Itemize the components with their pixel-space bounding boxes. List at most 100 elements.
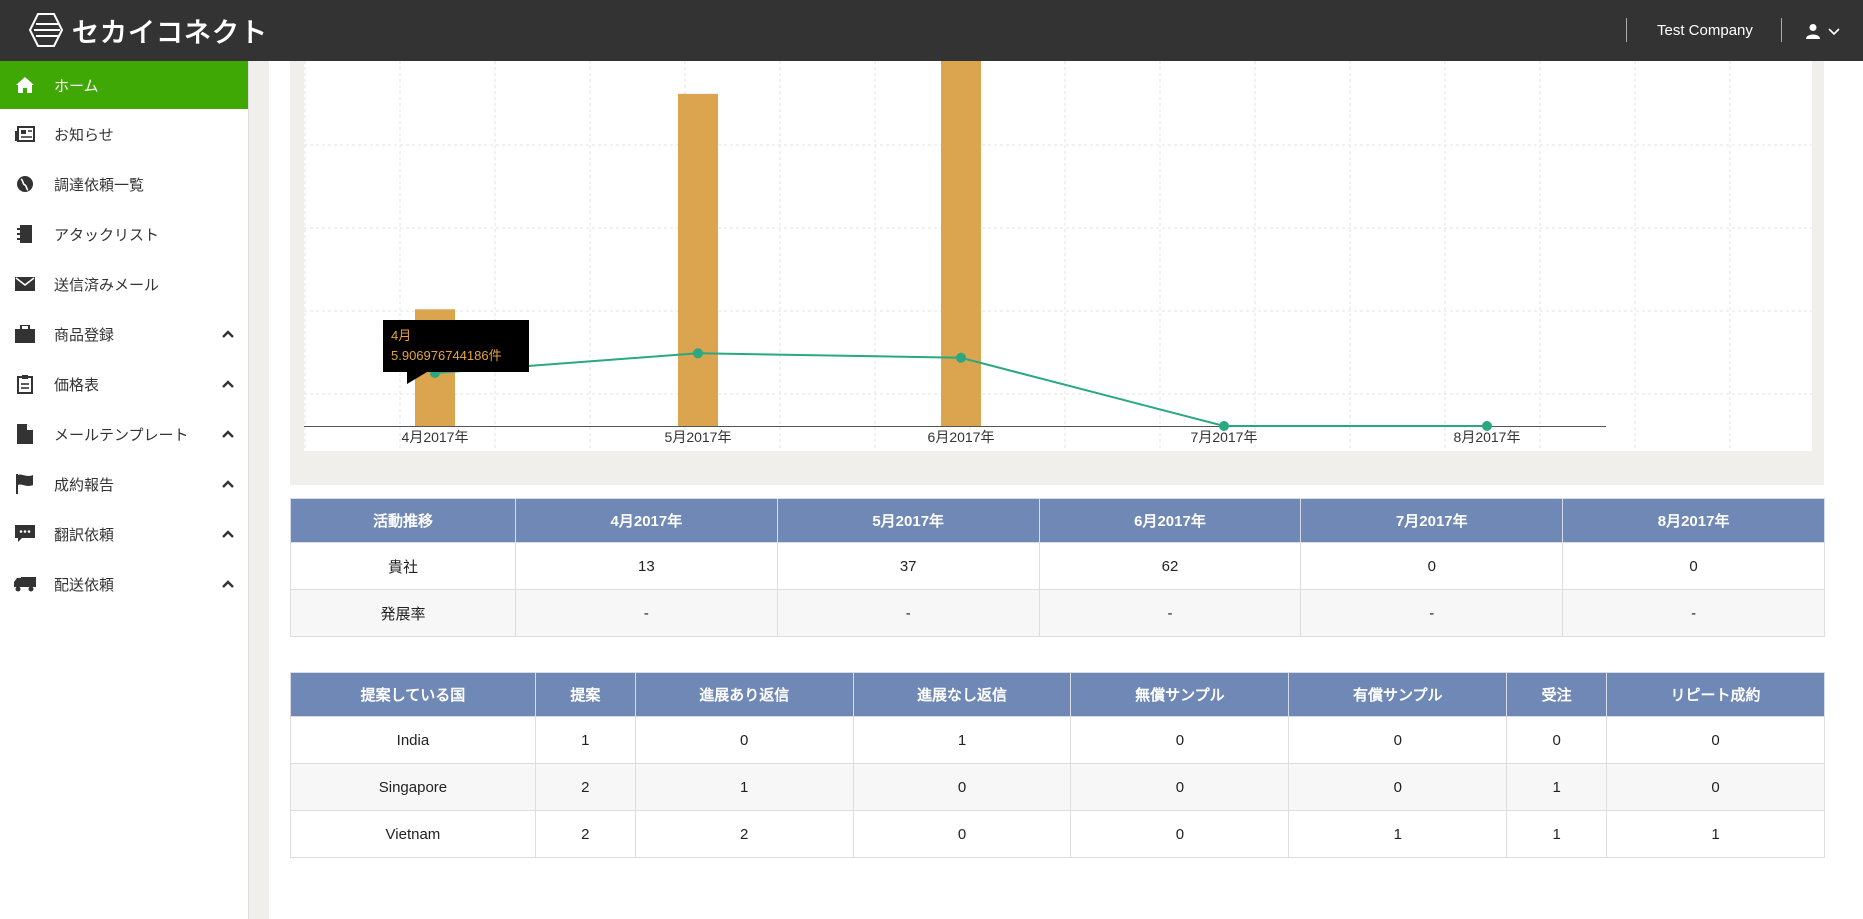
column-header: 提案	[534, 672, 636, 717]
table-cell: 0	[1300, 542, 1564, 590]
country-table: 提案している国 提案 進展あり返信 進展なし返信 無償サンプル 有償サンプル 受注 リピート成…	[290, 672, 1825, 858]
sidebar: ホーム お知らせ 調達依頼一覧 アタックリスト 送信済みメール 商品登録 価格表…	[0, 61, 249, 919]
sidebar-item-mail-template[interactable]: メールテンプレート	[0, 409, 248, 459]
chevron-up-icon[interactable]	[220, 376, 236, 392]
chevron-up-icon[interactable]	[220, 476, 236, 492]
x-tick-label: 7月2017年	[1191, 429, 1258, 445]
column-header: 進展なし返信	[852, 672, 1072, 717]
sidebar-item-price-list[interactable]: 価格表	[0, 359, 248, 409]
column-header: 8月2017年	[1562, 498, 1825, 543]
table-cell: 1	[1606, 810, 1825, 858]
sidebar-item-shipping[interactable]: 配送依頼	[0, 559, 248, 609]
home-icon	[14, 74, 36, 96]
top-bar: セカイコネクト Test Company	[0, 0, 1863, 61]
file-icon	[14, 423, 36, 445]
table-row: Singapore 2 1 0 0 0 1 0	[290, 763, 1825, 811]
table-cell: 1	[1506, 810, 1608, 858]
table-row: India 1 0 1 0 0 0 0	[290, 716, 1825, 764]
chart-bar	[941, 61, 981, 426]
x-tick-label: 8月2017年	[1454, 429, 1521, 445]
table-cell: -	[1300, 589, 1564, 637]
chevron-up-icon[interactable]	[220, 526, 236, 542]
table-cell: 1	[634, 763, 854, 811]
notebook-icon	[14, 223, 36, 245]
column-header: 有償サンプル	[1288, 672, 1508, 717]
table-cell: 0	[1606, 716, 1825, 764]
sidebar-item-news[interactable]: お知らせ	[0, 109, 248, 159]
sidebar-item-translation[interactable]: 翻訳依頼	[0, 509, 248, 559]
table-cell: 37	[776, 542, 1040, 590]
column-header: 5月2017年	[776, 498, 1040, 543]
table-cell: -	[776, 589, 1040, 637]
chevron-up-icon[interactable]	[220, 326, 236, 342]
divider	[1781, 18, 1782, 42]
tooltip-title: 4月	[391, 328, 412, 343]
sidebar-item-label: 商品登録	[54, 325, 115, 344]
tooltip-value: 5.906976744186件	[391, 348, 502, 363]
envelope-icon	[14, 273, 36, 295]
sidebar-item-label: 調達依頼一覧	[54, 175, 145, 194]
column-header: 受注	[1506, 672, 1608, 717]
briefcase-icon	[14, 323, 36, 345]
column-header: 進展あり返信	[634, 672, 854, 717]
table-cell: 0	[1506, 716, 1608, 764]
table-cell: Singapore	[290, 763, 536, 811]
table-cell: 1	[1288, 810, 1508, 858]
table-cell: 2	[534, 810, 636, 858]
truck-icon	[14, 573, 36, 595]
table-cell: 発展率	[290, 589, 516, 637]
user-menu[interactable]	[1806, 19, 1846, 43]
sidebar-item-label: お知らせ	[54, 125, 114, 144]
table-cell: 0	[852, 763, 1072, 811]
flag-icon	[14, 473, 36, 495]
column-header: 提案している国	[290, 672, 536, 717]
column-header: 活動推移	[290, 498, 516, 543]
table-cell: Vietnam	[290, 810, 536, 858]
comment-icon	[14, 523, 36, 545]
logo[interactable]: セカイコネクト	[28, 10, 268, 50]
chart-point	[956, 352, 966, 363]
table-cell: 1	[1506, 763, 1608, 811]
chevron-up-icon[interactable]	[220, 576, 236, 592]
sidebar-item-contract-report[interactable]: 成約報告	[0, 459, 248, 509]
company-name[interactable]: Test Company	[1657, 0, 1753, 61]
sidebar-item-procurement[interactable]: 調達依頼一覧	[0, 159, 248, 209]
table-cell: 1	[534, 716, 636, 764]
table-cell: 62	[1038, 542, 1302, 590]
table-cell: 2	[634, 810, 854, 858]
table-cell: 0	[852, 810, 1072, 858]
table-cell: 0	[1070, 716, 1290, 764]
sidebar-item-label: メールテンプレート	[54, 425, 189, 444]
sidebar-item-home[interactable]: ホーム	[0, 61, 248, 109]
logo-text: セカイコネクト	[72, 17, 268, 49]
chart-bar	[678, 93, 718, 426]
sidebar-item-label: 成約報告	[54, 475, 115, 494]
x-tick-label: 4月2017年	[402, 429, 469, 445]
chart-svg: 4月2017年 5月2017年 6月2017年 7月2017年 8月2017年	[304, 61, 1812, 451]
table-cell: 13	[515, 542, 778, 590]
table-cell: 0	[1070, 763, 1290, 811]
table-cell: 2	[534, 763, 636, 811]
sidebar-item-label: ホーム	[54, 76, 99, 95]
column-header: 7月2017年	[1300, 498, 1564, 543]
sidebar-item-products[interactable]: 商品登録	[0, 309, 248, 359]
sidebar-item-sent-mail[interactable]: 送信済みメール	[0, 259, 248, 309]
user-icon	[1806, 24, 1820, 39]
x-tick-label: 6月2017年	[928, 429, 995, 445]
sidebar-item-label: 翻訳依頼	[54, 525, 115, 544]
table-cell: India	[290, 716, 536, 764]
chevron-up-icon[interactable]	[220, 426, 236, 442]
table-cell: 0	[634, 716, 854, 764]
sidebar-item-label: 配送依頼	[54, 575, 115, 594]
divider	[1626, 18, 1627, 42]
table-cell: 0	[1288, 716, 1508, 764]
column-header: 無償サンプル	[1070, 672, 1290, 717]
table-cell: 1	[852, 716, 1072, 764]
column-header: 4月2017年	[515, 498, 778, 543]
table-cell: -	[1562, 589, 1825, 637]
logo-icon	[28, 13, 64, 47]
chevron-down-icon	[1828, 28, 1840, 36]
table-row: 貴社 13 37 62 0 0	[290, 542, 1825, 590]
table-row: Vietnam 2 2 0 0 1 1 1	[290, 810, 1825, 858]
sidebar-item-attack-list[interactable]: アタックリスト	[0, 209, 248, 259]
